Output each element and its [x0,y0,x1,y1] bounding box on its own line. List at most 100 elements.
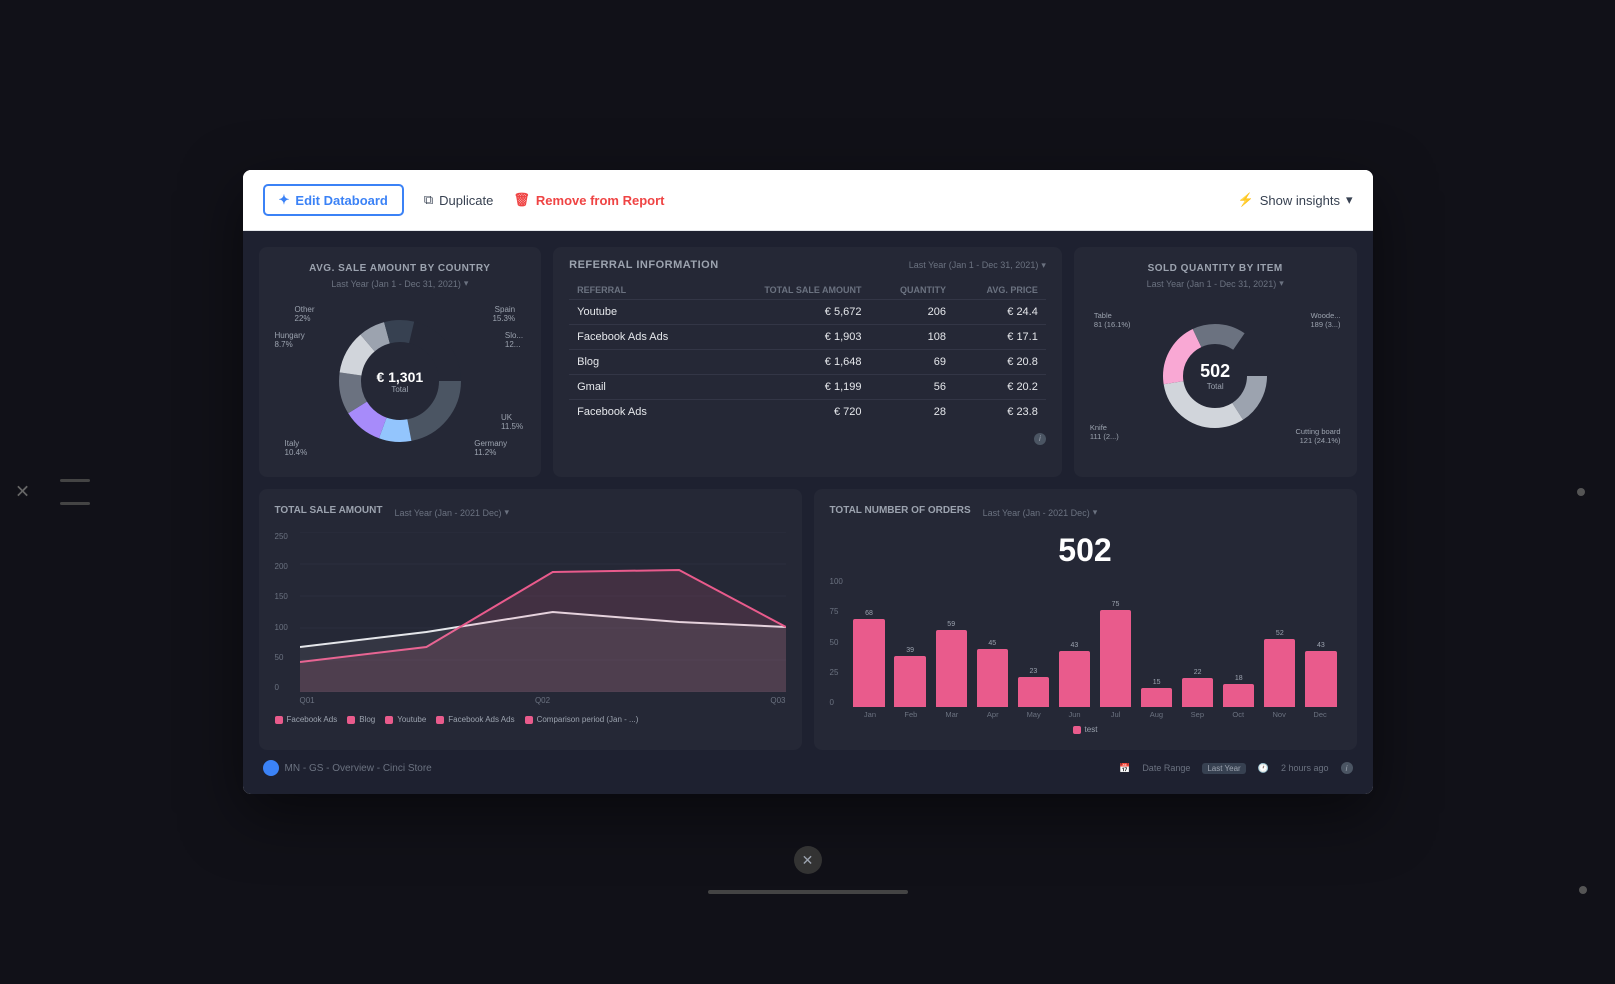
chevron-down-icon[interactable]: ▾ [1279,278,1284,289]
referral-title: REFERRAL INFORMATION [569,259,719,271]
time-ago-text: 2 hours ago [1281,763,1329,773]
close-button-bottom[interactable]: ✕ [794,846,822,874]
total-orders-card: TOTAL NUMBER OF ORDERS Last Year (Jan - … [814,489,1357,750]
duplicate-icon: ⧉ [424,192,433,208]
line-chart-area: 250 200 150 100 50 0 [275,532,786,692]
bar-column: 43 [1055,577,1094,707]
legend-youtube: Youtube [385,715,426,724]
bar-rect [977,649,1008,708]
referral-period-text: Last Year (Jan 1 - Dec 31, 2021) [909,260,1039,270]
total-orders-header: TOTAL NUMBER OF ORDERS Last Year (Jan - … [830,505,1341,520]
col-quantity: QUANTITY [869,281,954,300]
duplicate-label: Duplicate [439,193,493,208]
clock-icon: 🕐 [1258,763,1269,774]
bar-month-label: Jul [1095,710,1136,719]
remove-from-report-button[interactable]: 🗑 Remove from Report [513,192,664,208]
total-orders-total: 502 [830,532,1341,569]
bar-column: 23 [1014,577,1053,707]
donut-svg [325,306,475,456]
legend-comparison: Comparison period (Jan - ...) [525,715,639,724]
chevron-down-icon[interactable]: ▾ [1093,507,1098,518]
close-icon-left[interactable]: ✕ [15,482,30,503]
bar-rect [894,656,925,707]
legend-dot [436,716,444,724]
bar-value: 22 [1194,669,1202,676]
footer-info-icon[interactable]: i [1341,762,1353,774]
bar-value: 15 [1153,679,1161,686]
bar-chart-legend: test [830,725,1341,734]
edit-databoard-button[interactable]: ✦ Edit Databoard [263,184,404,216]
referral-total: € 1,903 [715,325,869,350]
window-controls-left [60,479,90,505]
bar-month-label: Sep [1177,710,1218,719]
bar-value: 59 [947,621,955,628]
bar-chart-yaxis: 100 75 50 25 0 [830,577,850,707]
line-chart-legend: Facebook Ads Blog Youtube Facebook Ads A… [275,715,786,724]
scroll-dot-bottom [1579,886,1587,894]
bar-column: 18 [1219,577,1258,707]
bars-wrapper: 68 39 59 45 23 43 75 15 22 18 52 43 [850,577,1341,707]
total-sale-card: TOTAL SALE AMOUNT Last Year (Jan - 2021 … [259,489,802,750]
insights-icon: ⚡ [1238,192,1254,208]
referral-table-row: Blog € 1,648 69 € 20.8 [569,350,1046,375]
legend-dot [525,716,533,724]
germany-label: Germany11.2% [474,439,507,457]
bar-column: 45 [973,577,1012,707]
ctrl-bar [60,502,90,505]
legend-test-dot [1073,726,1081,734]
edit-icon: ✦ [279,192,290,208]
hungary-label: Hungary8.7% [275,331,305,349]
legend-facebook-ads: Facebook Ads [275,715,338,724]
horizontal-scrollbar[interactable] [708,890,908,894]
italy-label: Italy10.4% [285,439,308,457]
bar-value: 39 [906,647,914,654]
total-sale-period[interactable]: Last Year (Jan - 2021 Dec) ▾ [394,507,509,518]
knife-label: Knife111 (2...) [1090,423,1119,441]
referral-name: Facebook Ads [569,400,715,425]
dashboard-footer: MN - GS - Overview - Cinci Store 📅 Date … [259,750,1357,778]
other-label: Other22% [295,305,315,323]
show-insights-label: Show insights [1260,193,1340,208]
legend-blog: Blog [347,715,375,724]
bar-month-label: Oct [1218,710,1259,719]
duplicate-button[interactable]: ⧉ Duplicate [424,192,494,208]
show-insights-button[interactable]: ⚡ Show insights ▾ [1238,192,1353,208]
chevron-down-icon[interactable]: ▾ [464,278,469,289]
legend-test: test [1073,725,1098,734]
referral-quantity: 206 [869,300,954,325]
main-window: ✦ Edit Databoard ⧉ Duplicate 🗑 Remove fr… [243,170,1373,794]
total-sale-title: TOTAL SALE AMOUNT [275,505,383,516]
referral-quantity: 28 [869,400,954,425]
total-orders-period[interactable]: Last Year (Jan - 2021 Dec) ▾ [983,507,1098,518]
referral-info-icon: i [569,428,1046,446]
chevron-down-icon[interactable]: ▾ [505,507,510,518]
referral-period[interactable]: Last Year (Jan 1 - Dec 31, 2021) ▾ [909,260,1046,271]
chevron-down-icon[interactable]: ▾ [1041,260,1046,271]
referral-table-body: Youtube € 5,672 206 € 24.4 Facebook Ads … [569,300,1046,425]
bar-value: 43 [1317,642,1325,649]
referral-quantity: 69 [869,350,954,375]
bar-rect [1141,688,1172,708]
referral-name: Gmail [569,375,715,400]
info-icon: i [1034,433,1046,445]
bar-value: 45 [988,640,996,647]
referral-avg-price: € 17.1 [954,325,1046,350]
total-orders-title: TOTAL NUMBER OF ORDERS [830,505,971,516]
bar-value: 43 [1071,642,1079,649]
bar-chart-content: 68 39 59 45 23 43 75 15 22 18 52 43 [850,577,1341,707]
legend-dot [275,716,283,724]
referral-table-row: Facebook Ads € 720 28 € 23.8 [569,400,1046,425]
total-sale-header: TOTAL SALE AMOUNT Last Year (Jan - 2021 … [275,505,786,520]
bar-column: 22 [1178,577,1217,707]
sold-quantity-period[interactable]: Last Year (Jan 1 - Dec 31, 2021) ▾ [1090,278,1341,289]
referral-name: Blog [569,350,715,375]
bar-value: 68 [865,610,873,617]
referral-header: REFERRAL INFORMATION Last Year (Jan 1 - … [569,259,1046,271]
bar-rect [1100,610,1131,708]
referral-table: Referral TOTAL SALE AMOUNT QUANTITY AVG.… [569,281,1046,424]
referral-table-row: Youtube € 5,672 206 € 24.4 [569,300,1046,325]
bar-rect [1305,651,1336,707]
scroll-dot-right [1577,488,1585,496]
trash-icon: 🗑 [513,192,530,208]
footer-logo [263,760,279,776]
